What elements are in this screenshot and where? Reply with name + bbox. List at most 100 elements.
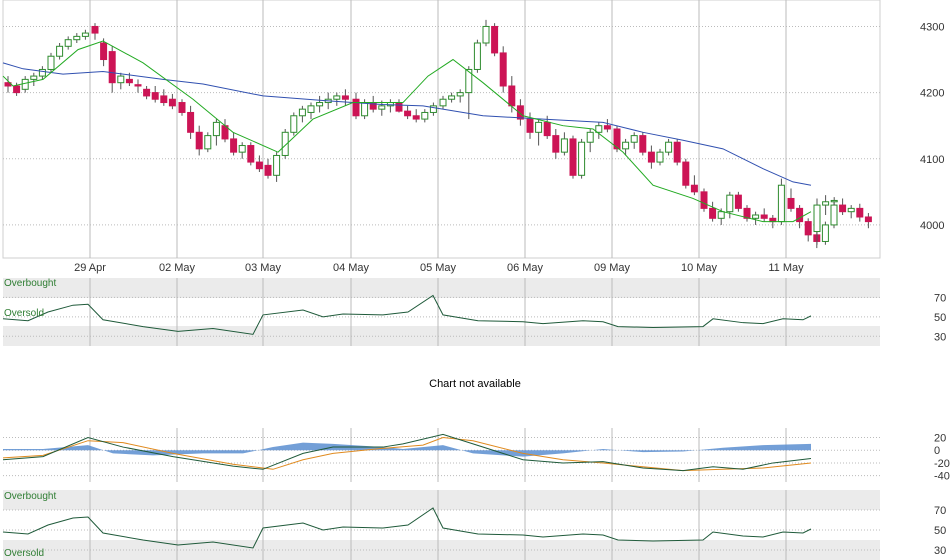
price-tick-label: 4100 xyxy=(920,154,944,166)
macd-panel: 200-20-40 xyxy=(2,428,950,483)
candle-body xyxy=(830,199,838,203)
candle-body xyxy=(151,92,159,100)
candle-body xyxy=(535,121,543,133)
candle-body xyxy=(13,85,21,94)
candle-body xyxy=(160,95,168,104)
oscillator-tick-label: 50 xyxy=(934,525,946,537)
date-tick-label: 11 May xyxy=(768,262,804,274)
macd-tick-label: -40 xyxy=(934,471,950,483)
oscillator-tick-label: 70 xyxy=(934,292,946,304)
candle-body xyxy=(307,105,315,113)
oscillator-tick-label: 50 xyxy=(934,312,946,324)
price-tick-label: 4300 xyxy=(920,21,944,33)
overbought-band-2 xyxy=(3,490,880,510)
candle-body xyxy=(726,194,734,213)
candle-body xyxy=(821,224,829,242)
candle-body xyxy=(552,135,560,153)
date-tick-label: 09 May xyxy=(594,262,631,274)
candle-body xyxy=(56,45,64,57)
candle-body xyxy=(830,204,838,226)
candle-body xyxy=(117,75,125,84)
price-tick-label: 4200 xyxy=(920,88,944,100)
candle-body xyxy=(448,95,456,100)
candle-body xyxy=(404,110,412,117)
date-tick-label: 06 May xyxy=(507,262,544,274)
oscillator-tick-label: 30 xyxy=(934,545,946,557)
macd-tick-label: -20 xyxy=(934,458,950,470)
candle-body xyxy=(100,42,108,61)
candle-body xyxy=(482,25,490,44)
oscillator-tick-label: 30 xyxy=(934,331,946,343)
candle-body xyxy=(630,135,638,143)
price-y-ticks: 4000 4100 4200 4300 xyxy=(920,21,944,231)
candle-body xyxy=(526,118,534,133)
candle-body xyxy=(195,131,203,150)
date-tick-label: 10 May xyxy=(681,262,718,274)
candle-body xyxy=(38,68,46,77)
candle-body xyxy=(682,161,690,186)
candle-body xyxy=(717,211,725,219)
candle-body xyxy=(47,55,55,70)
candle-body xyxy=(603,125,611,130)
candle-body xyxy=(690,184,698,193)
candle-body xyxy=(847,207,855,213)
candle-body xyxy=(108,51,116,84)
candle-body xyxy=(700,191,708,209)
candle-body xyxy=(412,115,420,120)
macd-y-ticks: 200-20-40 xyxy=(934,433,950,483)
candle-body xyxy=(639,135,647,153)
candle-body xyxy=(839,204,847,213)
overbought-label-2: Overbought xyxy=(4,491,56,502)
candle-body xyxy=(647,151,655,163)
candle-body xyxy=(352,98,360,117)
candle-body xyxy=(168,98,176,107)
candle-body xyxy=(804,221,812,236)
candle-body xyxy=(473,42,481,70)
candle-body xyxy=(341,95,349,100)
candle-body xyxy=(30,75,38,80)
candle-body xyxy=(361,102,369,117)
candle-body xyxy=(204,135,212,150)
date-tick-label: 04 May xyxy=(333,262,370,274)
oscillator-2-y-ticks: 30 50 70 xyxy=(934,505,946,557)
candle-body xyxy=(856,207,864,218)
candle-body xyxy=(421,111,429,120)
candle-body xyxy=(125,78,133,84)
candle-body xyxy=(247,145,255,163)
candle-body xyxy=(569,138,577,176)
candle-body xyxy=(81,32,89,37)
candle-body xyxy=(864,216,872,223)
candle-body xyxy=(187,111,195,133)
candle-body xyxy=(212,121,220,137)
candle-body xyxy=(143,88,151,97)
oscillator-tick-label: 70 xyxy=(934,505,946,517)
candle-body xyxy=(752,214,760,219)
date-tick-label: 05 May xyxy=(420,262,457,274)
candle-body xyxy=(178,102,186,113)
oscillator-panel-1: Overbought Oversold 30 50 70 xyxy=(2,278,946,346)
price-tick-label: 4000 xyxy=(920,220,944,232)
candle-body xyxy=(290,115,298,133)
candle-body xyxy=(709,207,717,219)
date-tick-label: 03 May xyxy=(245,262,282,274)
candle-body xyxy=(656,151,664,163)
candle-body xyxy=(508,85,516,107)
candle-body xyxy=(499,52,507,87)
candle-body xyxy=(456,92,464,97)
candle-body xyxy=(578,141,586,176)
macd-tick-label: 0 xyxy=(934,445,940,457)
macd-tick-label: 20 xyxy=(934,433,946,445)
candle-body xyxy=(760,214,768,219)
chart: 4000 4100 4200 4300 29 Apr 02 May 03 May 04 Ma… xyxy=(2,0,950,560)
candle-body xyxy=(238,145,246,153)
candle-body xyxy=(73,35,81,41)
date-tick-label: 02 May xyxy=(159,262,196,274)
candle-body xyxy=(673,141,681,163)
date-x-ticks: 29 Apr 02 May 03 May 04 May 05 May 06 May 09 M… xyxy=(74,262,804,274)
candle-body xyxy=(622,141,630,150)
candle-body xyxy=(64,39,72,47)
candle-body xyxy=(255,161,263,170)
candle-body xyxy=(491,25,499,54)
candle-body xyxy=(586,131,594,143)
candle-body xyxy=(21,78,29,90)
